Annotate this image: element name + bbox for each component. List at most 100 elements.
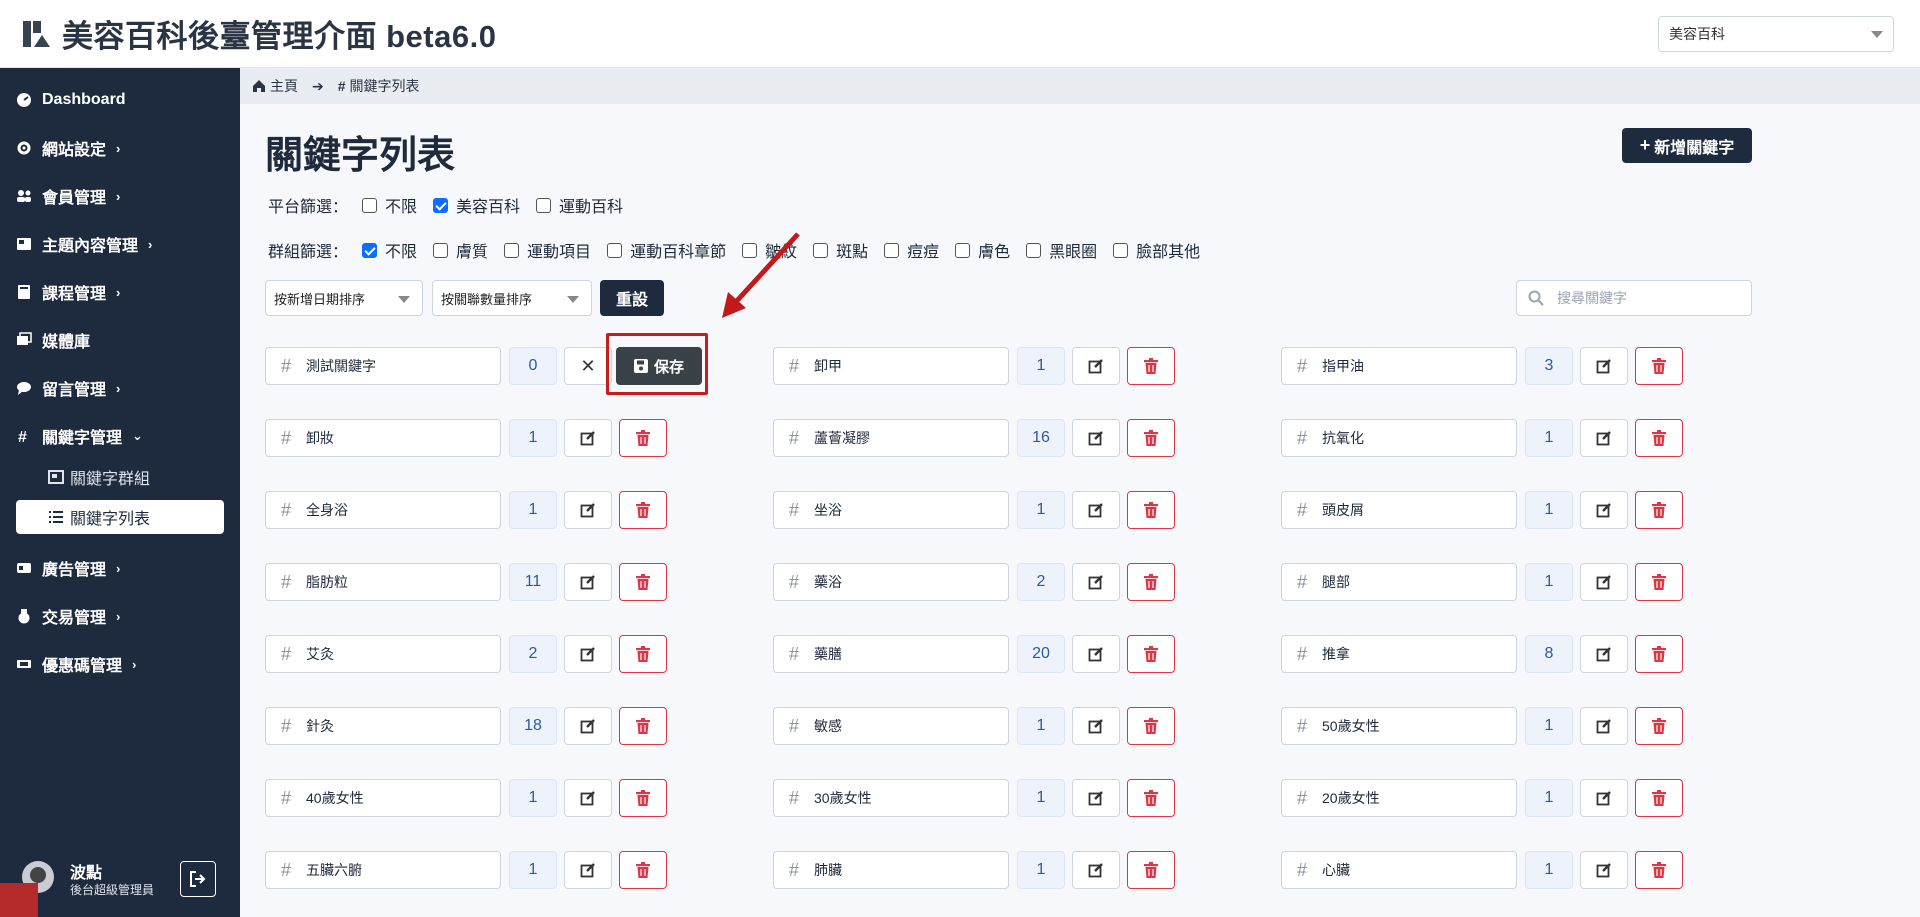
keyword-name-input[interactable]: # 脂肪粒: [265, 563, 501, 601]
group-filter-option-2[interactable]: 運動項目: [504, 238, 591, 262]
edit-keyword-button[interactable]: [564, 779, 612, 817]
checkbox[interactable]: [742, 242, 758, 258]
platform-filter-option-2[interactable]: 運動百科: [536, 193, 623, 217]
edit-keyword-button[interactable]: [564, 491, 612, 529]
edit-keyword-button[interactable]: [1072, 635, 1120, 673]
delete-keyword-button[interactable]: [1635, 779, 1683, 817]
add-keyword-button[interactable]: + 新增關鍵字: [1622, 128, 1752, 163]
keyword-name-input[interactable]: # 卸甲: [773, 347, 1009, 385]
keyword-name-input[interactable]: # 五臟六腑: [265, 851, 501, 889]
sidebar-subitem-1[interactable]: 關鍵字列表: [16, 500, 224, 534]
checkbox[interactable]: [433, 197, 449, 213]
delete-keyword-button[interactable]: [1635, 491, 1683, 529]
keyword-name-input[interactable]: # 蘆薈凝膠: [773, 419, 1009, 457]
edit-keyword-button[interactable]: [1580, 707, 1628, 745]
checkbox[interactable]: [433, 242, 449, 258]
edit-keyword-button[interactable]: [1580, 347, 1628, 385]
keyword-name-input[interactable]: # 抗氧化: [1281, 419, 1517, 457]
checkbox[interactable]: [955, 242, 971, 258]
checkbox[interactable]: [362, 242, 378, 258]
keyword-name-input[interactable]: # 肺臟: [773, 851, 1009, 889]
group-filter-option-4[interactable]: 皺紋: [742, 238, 797, 262]
edit-keyword-button[interactable]: [1580, 419, 1628, 457]
search-input[interactable]: 搜尋關鍵字: [1516, 280, 1752, 316]
keyword-name-input[interactable]: # 頭皮屑: [1281, 491, 1517, 529]
sidebar-item-7[interactable]: # 關鍵字管理 ⌄: [0, 416, 240, 456]
group-filter-option-9[interactable]: 臉部其他: [1113, 238, 1200, 262]
site-select[interactable]: 美容百科: [1658, 16, 1894, 52]
edit-keyword-button[interactable]: [1072, 707, 1120, 745]
keyword-name-input[interactable]: # 針灸: [265, 707, 501, 745]
delete-keyword-button[interactable]: [1635, 347, 1683, 385]
keyword-name-input[interactable]: # 敏感: [773, 707, 1009, 745]
delete-keyword-button[interactable]: [1127, 851, 1175, 889]
edit-keyword-button[interactable]: [1072, 563, 1120, 601]
delete-keyword-button[interactable]: [1635, 635, 1683, 673]
sort-by-count-select[interactable]: 按關聯數量排序: [432, 280, 592, 316]
group-filter-option-6[interactable]: 痘痘: [884, 238, 939, 262]
sidebar-item-9[interactable]: 交易管理 ›: [0, 596, 240, 636]
checkbox[interactable]: [504, 242, 520, 258]
edit-keyword-button[interactable]: [1580, 851, 1628, 889]
edit-keyword-button[interactable]: [1580, 563, 1628, 601]
keyword-name-input[interactable]: #30歲女性: [773, 779, 1009, 817]
reset-button[interactable]: 重設: [600, 280, 664, 316]
keyword-name-input[interactable]: # 坐浴: [773, 491, 1009, 529]
delete-keyword-button[interactable]: [1127, 491, 1175, 529]
keyword-name-input[interactable]: # 腿部: [1281, 563, 1517, 601]
delete-keyword-button[interactable]: [1127, 563, 1175, 601]
keyword-name-input[interactable]: # 指甲油: [1281, 347, 1517, 385]
delete-keyword-button[interactable]: [1127, 635, 1175, 673]
delete-keyword-button[interactable]: [619, 779, 667, 817]
sidebar-item-5[interactable]: 媒體庫: [0, 320, 240, 360]
delete-keyword-button[interactable]: [619, 491, 667, 529]
checkbox[interactable]: [536, 197, 552, 213]
group-filter-option-5[interactable]: 斑點: [813, 238, 868, 262]
checkbox[interactable]: [813, 242, 829, 258]
group-filter-option-1[interactable]: 膚質: [433, 238, 488, 262]
keyword-name-input[interactable]: # 推拿: [1281, 635, 1517, 673]
checkbox[interactable]: [884, 242, 900, 258]
group-filter-option-7[interactable]: 膚色: [955, 238, 1010, 262]
sidebar-item-1[interactable]: 網站設定 ›: [0, 128, 240, 168]
edit-keyword-button[interactable]: [1072, 779, 1120, 817]
sidebar-subitem-0[interactable]: 關鍵字群組: [16, 460, 224, 494]
delete-keyword-button[interactable]: [1127, 707, 1175, 745]
edit-keyword-button[interactable]: [1580, 491, 1628, 529]
keyword-name-input[interactable]: # 藥膳: [773, 635, 1009, 673]
delete-keyword-button[interactable]: [619, 635, 667, 673]
checkbox[interactable]: [1113, 242, 1129, 258]
keyword-name-input[interactable]: # 心臟: [1281, 851, 1517, 889]
delete-keyword-button[interactable]: [619, 419, 667, 457]
edit-keyword-button[interactable]: [564, 635, 612, 673]
group-filter-option-8[interactable]: 黑眼圈: [1026, 238, 1097, 262]
edit-keyword-button[interactable]: [1580, 779, 1628, 817]
keyword-name-input[interactable]: # 藥浴: [773, 563, 1009, 601]
edit-keyword-button[interactable]: [1072, 491, 1120, 529]
edit-keyword-button[interactable]: [1072, 347, 1120, 385]
platform-filter-option-0[interactable]: 不限: [362, 193, 417, 217]
checkbox[interactable]: [362, 197, 378, 213]
keyword-name-input[interactable]: #50歲女性: [1281, 707, 1517, 745]
save-button[interactable]: 保存: [616, 347, 702, 385]
edit-keyword-button[interactable]: [564, 851, 612, 889]
keyword-name-input[interactable]: #20歲女性: [1281, 779, 1517, 817]
sidebar-item-8[interactable]: 廣告管理 ›: [0, 548, 240, 588]
delete-keyword-button[interactable]: [619, 707, 667, 745]
sidebar-item-6[interactable]: 留言管理 ›: [0, 368, 240, 408]
edit-keyword-button[interactable]: [564, 419, 612, 457]
delete-keyword-button[interactable]: [619, 563, 667, 601]
sidebar-item-3[interactable]: 主題內容管理 ›: [0, 224, 240, 264]
delete-keyword-button[interactable]: [1127, 779, 1175, 817]
brand[interactable]: 美容百科後臺管理介面 beta6.0: [22, 11, 496, 56]
group-filter-option-0[interactable]: 不限: [362, 238, 417, 262]
checkbox[interactable]: [607, 242, 623, 258]
edit-keyword-button[interactable]: [1580, 635, 1628, 673]
checkbox[interactable]: [1026, 242, 1042, 258]
sidebar-item-10[interactable]: 優惠碼管理 ›: [0, 644, 240, 684]
sidebar-item-4[interactable]: 課程管理 ›: [0, 272, 240, 312]
edit-keyword-button[interactable]: [564, 563, 612, 601]
keyword-name-input[interactable]: # 艾灸: [265, 635, 501, 673]
group-filter-option-3[interactable]: 運動百科章節: [607, 238, 726, 262]
delete-keyword-button[interactable]: [1127, 347, 1175, 385]
